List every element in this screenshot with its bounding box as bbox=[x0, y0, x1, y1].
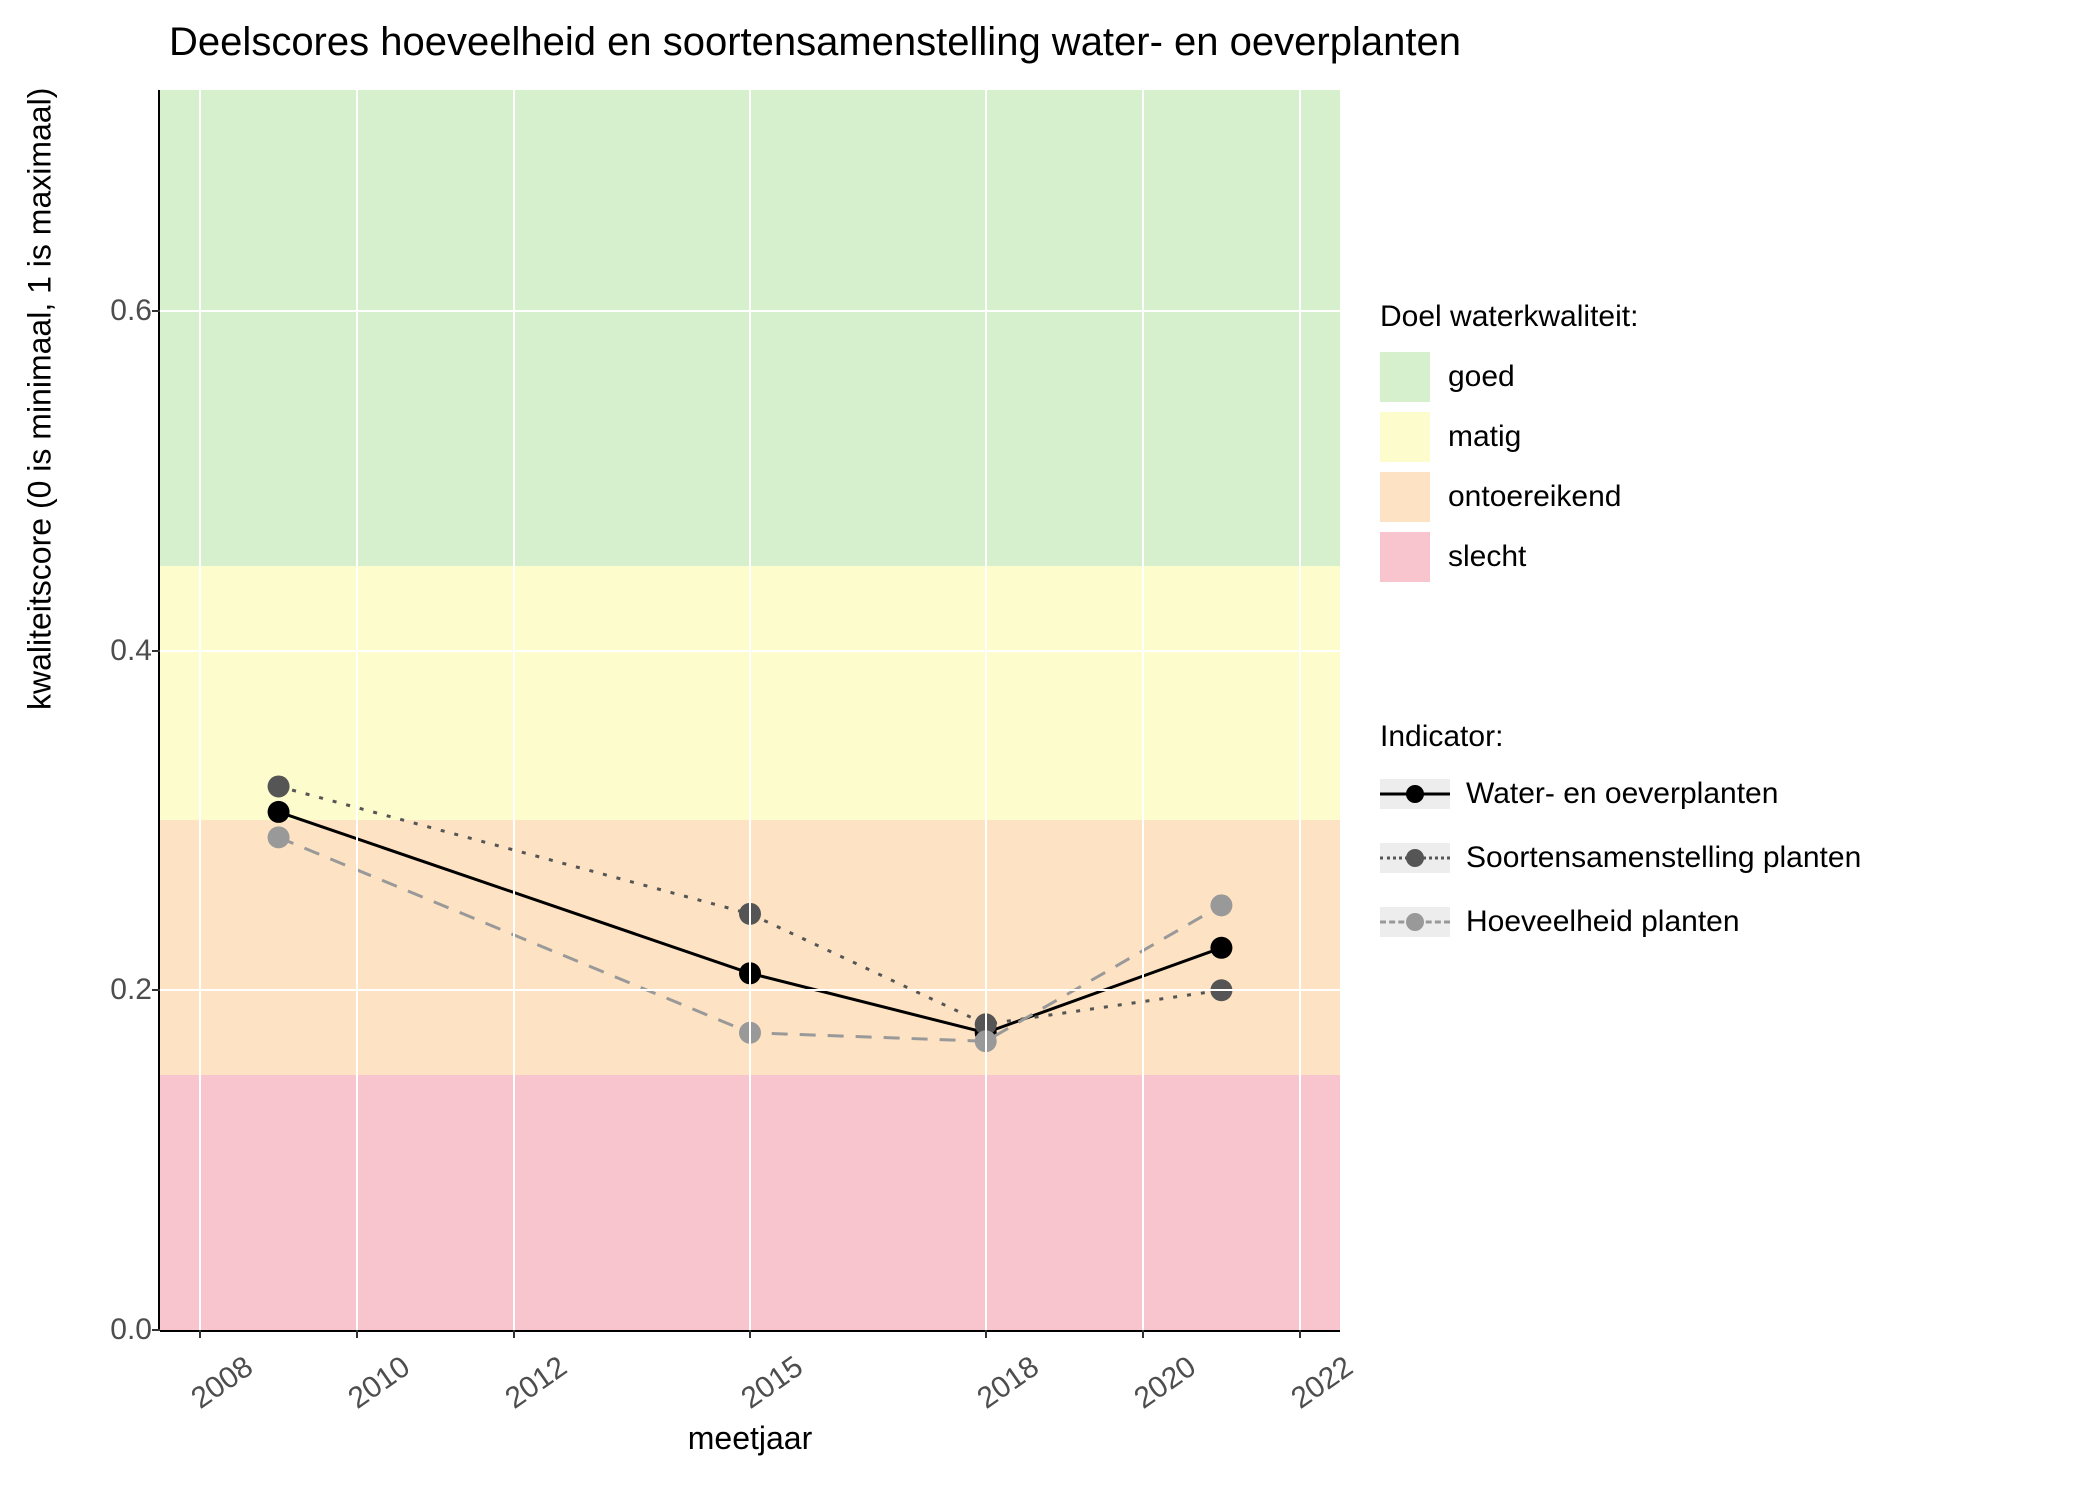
legend-label: ontoereikend bbox=[1448, 480, 1621, 514]
y-tick-label: 0.0 bbox=[52, 1313, 152, 1347]
x-tick-mark bbox=[749, 1330, 751, 1338]
x-tick-label: 2012 bbox=[489, 1350, 574, 1424]
gridline-v bbox=[749, 90, 751, 1330]
x-tick-mark bbox=[356, 1330, 358, 1338]
legend-indicator-title: Indicator: bbox=[1380, 720, 1861, 754]
y-tick-label: 0.4 bbox=[52, 634, 152, 668]
x-tick-label: 2020 bbox=[1117, 1350, 1202, 1424]
legend-indicator-item: Water- en oeverplanten bbox=[1380, 772, 1861, 816]
legend-line-sample bbox=[1380, 843, 1450, 873]
y-tick-mark bbox=[152, 650, 160, 652]
x-tick-mark bbox=[1299, 1330, 1301, 1338]
legend-line-sample bbox=[1380, 907, 1450, 937]
legend-label: slecht bbox=[1448, 540, 1526, 574]
x-tick-label: 2015 bbox=[724, 1350, 809, 1424]
y-tick-label: 0.6 bbox=[52, 294, 152, 328]
series-point bbox=[1210, 937, 1232, 959]
x-tick-label: 2008 bbox=[174, 1350, 259, 1424]
x-tick-mark bbox=[1142, 1330, 1144, 1338]
x-tick-label: 2010 bbox=[332, 1350, 417, 1424]
y-tick-mark bbox=[152, 1329, 160, 1331]
legend-quality-item: matig bbox=[1380, 412, 1638, 462]
gridline-v bbox=[513, 90, 515, 1330]
gridline-v bbox=[985, 90, 987, 1330]
y-tick-mark bbox=[152, 310, 160, 312]
y-tick-label: 0.2 bbox=[52, 973, 152, 1007]
chart-container: Deelscores hoeveelheid en soortensamenst… bbox=[0, 0, 2100, 1500]
legend-label: matig bbox=[1448, 420, 1521, 454]
legend-quality-item: goed bbox=[1380, 352, 1638, 402]
x-tick-label: 2022 bbox=[1274, 1350, 1359, 1424]
chart-title: Deelscores hoeveelheid en soortensamenst… bbox=[140, 20, 1490, 65]
series-point bbox=[268, 801, 290, 823]
series-point bbox=[1210, 894, 1232, 916]
y-tick-mark bbox=[152, 989, 160, 991]
x-tick-mark bbox=[199, 1330, 201, 1338]
legend-quality: Doel waterkwaliteit: goed matig ontoereike… bbox=[1380, 300, 1638, 592]
plot-area bbox=[160, 90, 1340, 1330]
legend-swatch bbox=[1380, 412, 1430, 462]
legend-swatch bbox=[1380, 532, 1430, 582]
x-tick-mark bbox=[985, 1330, 987, 1338]
legend-swatch bbox=[1380, 472, 1430, 522]
x-axis-label: meetjaar bbox=[160, 1420, 1340, 1457]
legend-label: Water- en oeverplanten bbox=[1466, 777, 1778, 811]
legend-indicator-item: Hoeveelheid planten bbox=[1380, 900, 1861, 944]
legend-quality-title: Doel waterkwaliteit: bbox=[1380, 300, 1638, 334]
legend-quality-item: ontoereikend bbox=[1380, 472, 1638, 522]
legend-line-sample bbox=[1380, 779, 1450, 809]
y-axis-line bbox=[158, 90, 160, 1330]
legend-quality-items: goed matig ontoereikend slecht bbox=[1380, 352, 1638, 582]
legend-label: goed bbox=[1448, 360, 1515, 394]
legend-label: Soortensamenstelling planten bbox=[1466, 841, 1861, 875]
legend-indicator-items: Water- en oeverplanten Soortensamenstelli… bbox=[1380, 772, 1861, 944]
legend-label: Hoeveelheid planten bbox=[1466, 905, 1740, 939]
series-point bbox=[268, 826, 290, 848]
x-tick-mark bbox=[513, 1330, 515, 1338]
gridline-v bbox=[356, 90, 358, 1330]
x-tick-label: 2018 bbox=[960, 1350, 1045, 1424]
legend-indicator: Indicator: Water- en oeverplanten Soorten… bbox=[1380, 720, 1861, 964]
gridline-v bbox=[1299, 90, 1301, 1330]
gridline-v bbox=[199, 90, 201, 1330]
legend-indicator-item: Soortensamenstelling planten bbox=[1380, 836, 1861, 880]
series-point bbox=[268, 775, 290, 797]
y-axis-label: kwaliteitscore (0 is minimaal, 1 is maxi… bbox=[22, 88, 59, 710]
legend-swatch bbox=[1380, 352, 1430, 402]
gridline-v bbox=[1142, 90, 1144, 1330]
legend-quality-item: slecht bbox=[1380, 532, 1638, 582]
